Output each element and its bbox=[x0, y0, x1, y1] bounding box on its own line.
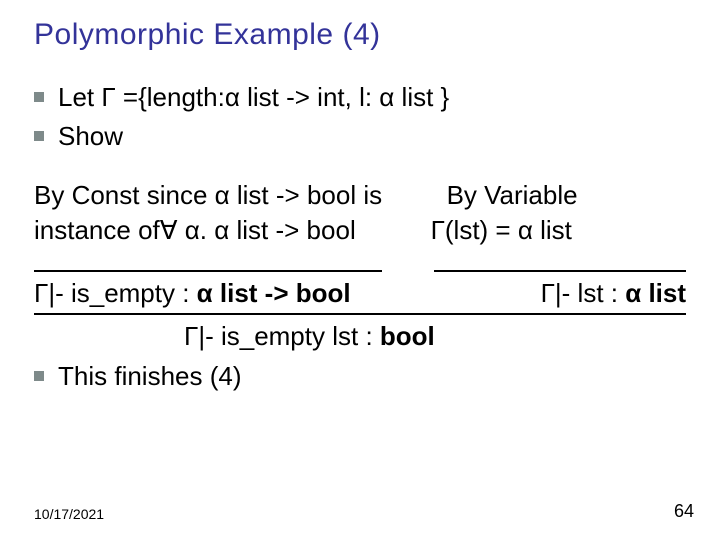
proof-final-concl: Γ|- is_empty lst : bool bbox=[184, 319, 686, 354]
footer-page: 64 bbox=[674, 501, 694, 522]
bullet-icon bbox=[34, 92, 44, 102]
footer-date: 10/17/2021 bbox=[34, 506, 104, 522]
proof-final-concl-a: Γ|- is_empty lst : bbox=[184, 321, 380, 351]
bullet-text: Show bbox=[58, 119, 123, 154]
bullet-icon bbox=[34, 131, 44, 141]
just-right-line1: By Variable bbox=[421, 178, 686, 213]
just-right-line2: Γ(lst) = α list bbox=[421, 213, 686, 248]
rule-line-full bbox=[34, 313, 686, 315]
bullet-finish: This finishes (4) bbox=[34, 359, 686, 394]
proof-right-concl-b: α list bbox=[625, 278, 686, 308]
justification-right: By Variable Γ(lst) = α list bbox=[401, 178, 686, 248]
proof-final-concl-b: bool bbox=[380, 321, 435, 351]
bullet-show: Show bbox=[34, 119, 686, 154]
proof-tree: Γ|- is_empty : α list -> bool Γ|- lst : … bbox=[34, 268, 686, 354]
bullet-text: Let Γ ={length:α list -> int, l: α list … bbox=[58, 80, 449, 115]
slide-title: Polymorphic Example (4) bbox=[34, 18, 686, 52]
just-left-line2a: instance of bbox=[34, 215, 160, 245]
just-left-line2b: ∀ α. α list -> bool bbox=[160, 215, 356, 245]
proof-left-concl-a: Γ|- is_empty : bbox=[34, 278, 197, 308]
just-left-line1: By Const since α list -> bool is bbox=[34, 178, 401, 213]
justification-left: By Const since α list -> bool is instanc… bbox=[34, 178, 401, 248]
bullet-let: Let Γ ={length:α list -> int, l: α list … bbox=[34, 80, 686, 115]
proof-left-concl-b: α list -> bool bbox=[197, 278, 351, 308]
rule-line-right bbox=[434, 270, 686, 272]
slide: Polymorphic Example (4) Let Γ ={length:α… bbox=[0, 0, 720, 540]
proof-right-concl: Γ|- lst : α list bbox=[412, 276, 686, 311]
proof-premises: Γ|- is_empty : α list -> bool Γ|- lst : … bbox=[34, 268, 686, 311]
just-left-line2: instance of∀ α. α list -> bool bbox=[34, 213, 401, 248]
bullet-text: This finishes (4) bbox=[58, 359, 242, 394]
proof-left-concl: Γ|- is_empty : α list -> bool bbox=[34, 276, 412, 311]
slide-body: Let Γ ={length:α list -> int, l: α list … bbox=[34, 80, 686, 394]
proof-left: Γ|- is_empty : α list -> bool bbox=[34, 268, 412, 311]
bullet-icon bbox=[34, 371, 44, 381]
proof-right-concl-a: Γ|- lst : bbox=[541, 278, 626, 308]
justification-row: By Const since α list -> bool is instanc… bbox=[34, 178, 686, 248]
proof-right: Γ|- lst : α list bbox=[412, 268, 686, 311]
rule-line-left bbox=[34, 270, 382, 272]
